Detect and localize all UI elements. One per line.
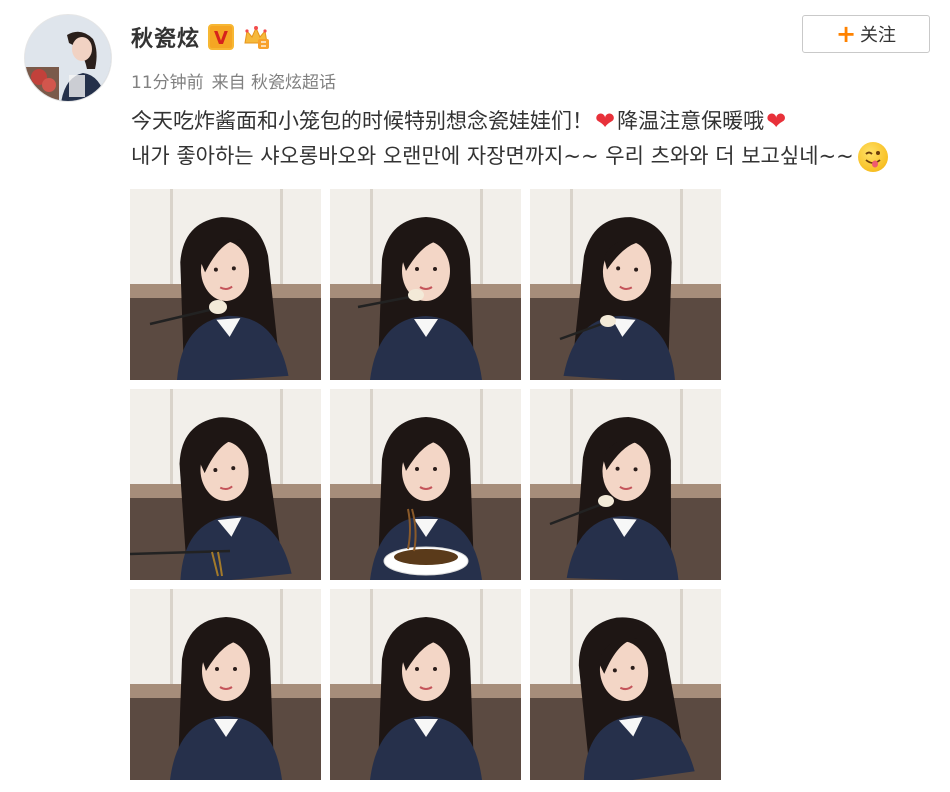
photo-holding-dumpling[interactable]: [530, 389, 721, 580]
photo-portrait-calm-image: [330, 589, 521, 780]
avatar[interactable]: [24, 14, 112, 102]
wink-tongue-emoji-icon: [857, 141, 888, 172]
follow-button[interactable]: + 关注: [802, 15, 930, 53]
photo-eating-dumpling-image: [130, 189, 321, 380]
photo-portrait-smile-image: [130, 589, 321, 780]
photo-smile-dumpling[interactable]: [530, 189, 721, 380]
photo-wink-dumpling[interactable]: [330, 189, 521, 380]
photo-eating-noodles-image: [330, 389, 521, 580]
photo-eating-dumpling[interactable]: [130, 189, 321, 380]
post-text: 今天吃炸酱面和小笼包的时候特别想念瓷娃娃们！ ❤ 降温注意保暖哦 ❤ 내가 좋아…: [131, 104, 931, 174]
photo-smile-chopsticks[interactable]: [130, 389, 321, 580]
photo-grid: [130, 189, 721, 780]
post-timestamp[interactable]: 11分钟前: [131, 68, 204, 93]
plus-icon: +: [835, 20, 857, 48]
photo-eating-noodles[interactable]: [330, 389, 521, 580]
heart-icon: ❤: [766, 107, 787, 135]
user-name-row: 秋瓷炫 V: [131, 22, 270, 52]
heart-icon: ❤: [595, 107, 616, 135]
photo-wink-dumpling-image: [330, 189, 521, 380]
crown-badge-icon: [242, 23, 270, 51]
post-text-chinese-part2: 降温注意保暖哦: [617, 109, 765, 133]
photo-portrait-leaning-image: [530, 589, 721, 780]
photo-holding-dumpling-image: [530, 389, 721, 580]
avatar-image: [25, 15, 111, 101]
post-line-2: 내가 좋아하는 샤오롱바오와 오랜만에 자장면까지~~ 우리 츠와와 더 보고싶…: [131, 139, 931, 174]
photo-portrait-leaning[interactable]: [530, 589, 721, 780]
post-line-1: 今天吃炸酱面和小笼包的时候特别想念瓷娃娃们！ ❤ 降温注意保暖哦 ❤: [131, 104, 931, 139]
username[interactable]: 秋瓷炫: [131, 21, 200, 53]
verified-badge-icon: V: [208, 24, 235, 50]
photo-smile-dumpling-image: [530, 189, 721, 380]
photo-portrait-calm[interactable]: [330, 589, 521, 780]
photo-portrait-smile[interactable]: [130, 589, 321, 780]
post-text-chinese-part1: 今天吃炸酱面和小笼包的时候特别想念瓷娃娃们！: [131, 109, 593, 133]
photo-smile-chopsticks-image: [130, 389, 321, 580]
post-text-korean: 내가 좋아하는 샤오롱바오와 오랜만에 자장면까지~~ 우리 츠와와 더 보고싶…: [131, 144, 854, 168]
post-meta: 11分钟前 来自 秋瓷炫超话: [131, 68, 336, 93]
post-source[interactable]: 来自 秋瓷炫超话: [212, 68, 336, 93]
follow-button-label: 关注: [860, 25, 897, 46]
